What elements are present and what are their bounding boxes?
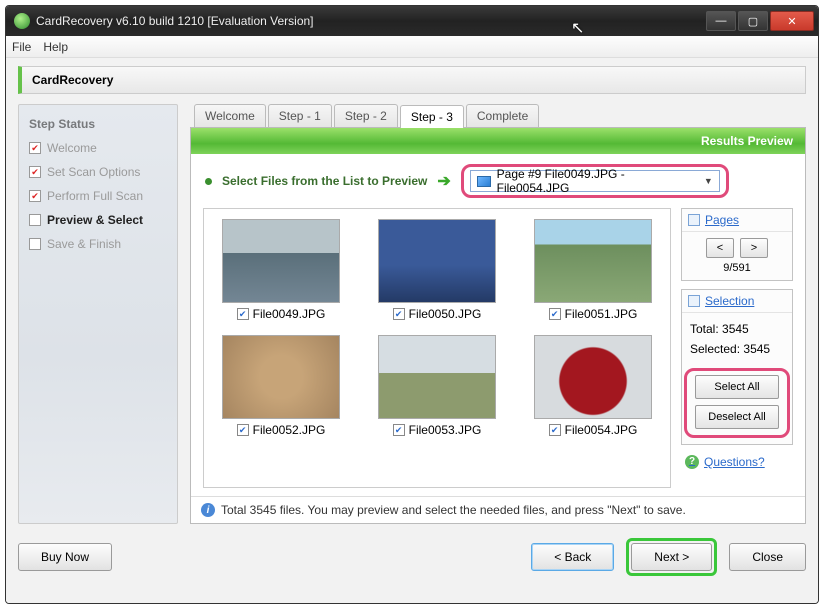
check-icon: ✔ — [29, 166, 41, 178]
pages-title: Pages — [705, 213, 739, 227]
thumbnail-item[interactable]: ✔ File0051.JPG — [526, 219, 660, 321]
next-page-button[interactable]: > — [740, 238, 768, 258]
info-text: Total 3545 files. You may preview and se… — [221, 503, 686, 517]
page-dropdown-text: Page #9 File0049.JPG - File0054.JPG — [497, 167, 698, 195]
selection-box: Selection Total: 3545 Selected: 3545 Sel… — [681, 289, 793, 445]
thumbnail-filename: File0050.JPG — [409, 307, 482, 321]
close-button[interactable]: Close — [729, 543, 806, 571]
buy-now-button[interactable]: Buy Now — [18, 543, 112, 571]
total-label: Total: — [690, 322, 719, 336]
thumbnail-checkbox[interactable]: ✔ — [393, 424, 405, 436]
maximize-button[interactable]: ▢ — [738, 11, 768, 31]
titlebar[interactable]: CardRecovery v6.10 build 1210 [Evaluatio… — [6, 6, 818, 36]
thumbnail-image — [378, 219, 496, 303]
page-dropdown-highlight: Page #9 File0049.JPG - File0054.JPG ▼ — [461, 164, 729, 198]
step-welcome: Welcome — [47, 141, 97, 155]
thumbnail-checkbox[interactable]: ✔ — [549, 308, 561, 320]
step-scan-options: Set Scan Options — [47, 165, 140, 179]
menubar: File Help — [6, 36, 818, 58]
app-icon — [14, 13, 30, 29]
thumbnail-image — [222, 335, 340, 419]
tab-step2[interactable]: Step - 2 — [334, 104, 398, 127]
thumbnail-item[interactable]: ✔ File0050.JPG — [370, 219, 504, 321]
thumbnail-image — [378, 335, 496, 419]
page-icon — [477, 176, 491, 187]
thumbnail-image — [222, 219, 340, 303]
help-icon: ? — [685, 455, 699, 469]
prev-page-button[interactable]: < — [706, 238, 734, 258]
menu-file[interactable]: File — [12, 40, 31, 54]
tab-complete[interactable]: Complete — [466, 104, 539, 127]
thumbnail-image — [534, 335, 652, 419]
thumbnail-checkbox[interactable]: ✔ — [237, 424, 249, 436]
info-bar: i Total 3545 files. You may preview and … — [191, 496, 805, 523]
total-value: 3545 — [722, 322, 749, 336]
thumbnail-filename: File0049.JPG — [253, 307, 326, 321]
step-full-scan: Perform Full Scan — [47, 189, 143, 203]
checkbox-empty-icon — [29, 214, 41, 226]
thumbnail-filename: File0053.JPG — [409, 423, 482, 437]
selection-buttons-highlight: Select All Deselect All — [684, 368, 790, 438]
selection-icon — [688, 295, 700, 307]
next-button-highlight: Next > — [626, 538, 717, 576]
info-icon: i — [201, 503, 215, 517]
tab-step1[interactable]: Step - 1 — [268, 104, 332, 127]
tab-bar: Welcome Step - 1 Step - 2 Step - 3 Compl… — [190, 104, 806, 127]
check-icon: ✔ — [29, 190, 41, 202]
thumbnail-grid: ✔ File0049.JPG ✔ File0050.JPG ✔ File0051.JP… — [203, 208, 671, 488]
page-dropdown[interactable]: Page #9 File0049.JPG - File0054.JPG ▼ — [470, 170, 720, 192]
thumbnail-filename: File0052.JPG — [253, 423, 326, 437]
step-preview-select: Preview & Select — [47, 213, 143, 227]
arrow-right-icon: ➔ — [437, 171, 450, 191]
menu-help[interactable]: Help — [43, 40, 68, 54]
select-all-button[interactable]: Select All — [695, 375, 779, 399]
thumbnail-checkbox[interactable]: ✔ — [237, 308, 249, 320]
next-button[interactable]: Next > — [631, 543, 712, 571]
thumbnail-item[interactable]: ✔ File0053.JPG — [370, 335, 504, 437]
check-icon: ✔ — [29, 142, 41, 154]
checkbox-empty-icon — [29, 238, 41, 250]
results-banner: Results Preview — [191, 128, 805, 154]
step-save-finish: Save & Finish — [47, 237, 121, 251]
back-button[interactable]: < Back — [531, 543, 614, 571]
thumbnail-checkbox[interactable]: ✔ — [549, 424, 561, 436]
selected-value: 3545 — [743, 342, 770, 356]
close-window-button[interactable]: ✕ — [770, 11, 814, 31]
page-indicator: 9/591 — [682, 260, 792, 280]
thumbnail-filename: File0054.JPG — [565, 423, 638, 437]
window-title: CardRecovery v6.10 build 1210 [Evaluatio… — [36, 14, 704, 28]
tab-welcome[interactable]: Welcome — [194, 104, 266, 127]
thumbnail-item[interactable]: ✔ File0054.JPG — [526, 335, 660, 437]
selected-label: Selected: — [690, 342, 740, 356]
pages-box: Pages < > 9/591 — [681, 208, 793, 281]
pages-icon — [688, 214, 700, 226]
minimize-button[interactable]: — — [706, 11, 736, 31]
bullet-icon — [205, 178, 212, 185]
step-status-sidebar: Step Status ✔ Welcome ✔ Set Scan Options ✔… — [18, 104, 178, 524]
deselect-all-button[interactable]: Deselect All — [695, 405, 779, 429]
selection-title: Selection — [705, 294, 754, 308]
select-files-label: Select Files from the List to Preview — [222, 174, 427, 188]
thumbnail-item[interactable]: ✔ File0049.JPG — [214, 219, 348, 321]
thumbnail-checkbox[interactable]: ✔ — [393, 308, 405, 320]
tab-step3[interactable]: Step - 3 — [400, 105, 464, 128]
thumbnail-item[interactable]: ✔ File0052.JPG — [214, 335, 348, 437]
chevron-down-icon: ▼ — [704, 176, 713, 186]
questions-link[interactable]: ? Questions? — [681, 453, 793, 471]
page-title: CardRecovery — [18, 66, 806, 94]
thumbnail-filename: File0051.JPG — [565, 307, 638, 321]
thumbnail-image — [534, 219, 652, 303]
sidebar-title: Step Status — [29, 117, 167, 131]
results-panel: Results Preview Select Files from the Li… — [190, 127, 806, 524]
